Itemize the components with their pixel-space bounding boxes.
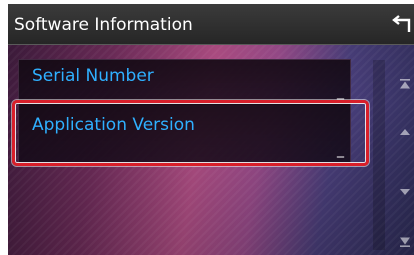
return-arrow-icon[interactable] <box>388 14 414 36</box>
scroll-track[interactable] <box>373 60 385 250</box>
list-item-application-version[interactable]: Application Version _ <box>18 103 351 163</box>
application-version-label: Application Version <box>32 115 195 135</box>
scroll-bottom-icon[interactable] <box>399 236 411 248</box>
scroll-up-icon[interactable] <box>399 126 411 138</box>
application-version-value: _ <box>337 142 344 158</box>
software-information-screen: Software Information Serial Number _ App… <box>8 4 414 255</box>
scrollbar[interactable] <box>367 52 414 255</box>
header-bar: Software Information <box>8 4 414 45</box>
scroll-down-icon[interactable] <box>399 186 411 198</box>
page-title: Software Information <box>14 15 193 35</box>
list-item-serial-number[interactable]: Serial Number _ <box>18 59 351 105</box>
serial-number-value: _ <box>337 84 344 100</box>
serial-number-label: Serial Number <box>32 66 154 86</box>
scroll-top-icon[interactable] <box>399 78 411 90</box>
